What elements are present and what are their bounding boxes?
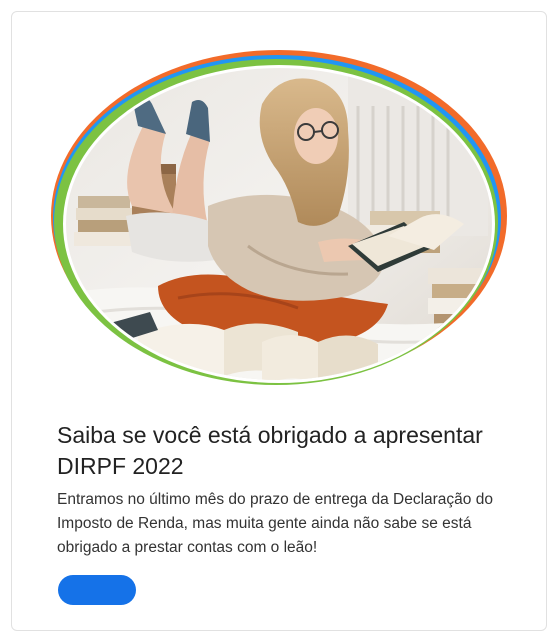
hero-image <box>51 50 507 385</box>
article-description: Entramos no último mês do prazo de entre… <box>57 491 493 556</box>
article-title: Saiba se você está obrigado a apresentar… <box>57 422 483 479</box>
news-card: Saiba se você está obrigado a apresentar… <box>11 11 547 631</box>
read-more-button[interactable] <box>58 575 136 605</box>
